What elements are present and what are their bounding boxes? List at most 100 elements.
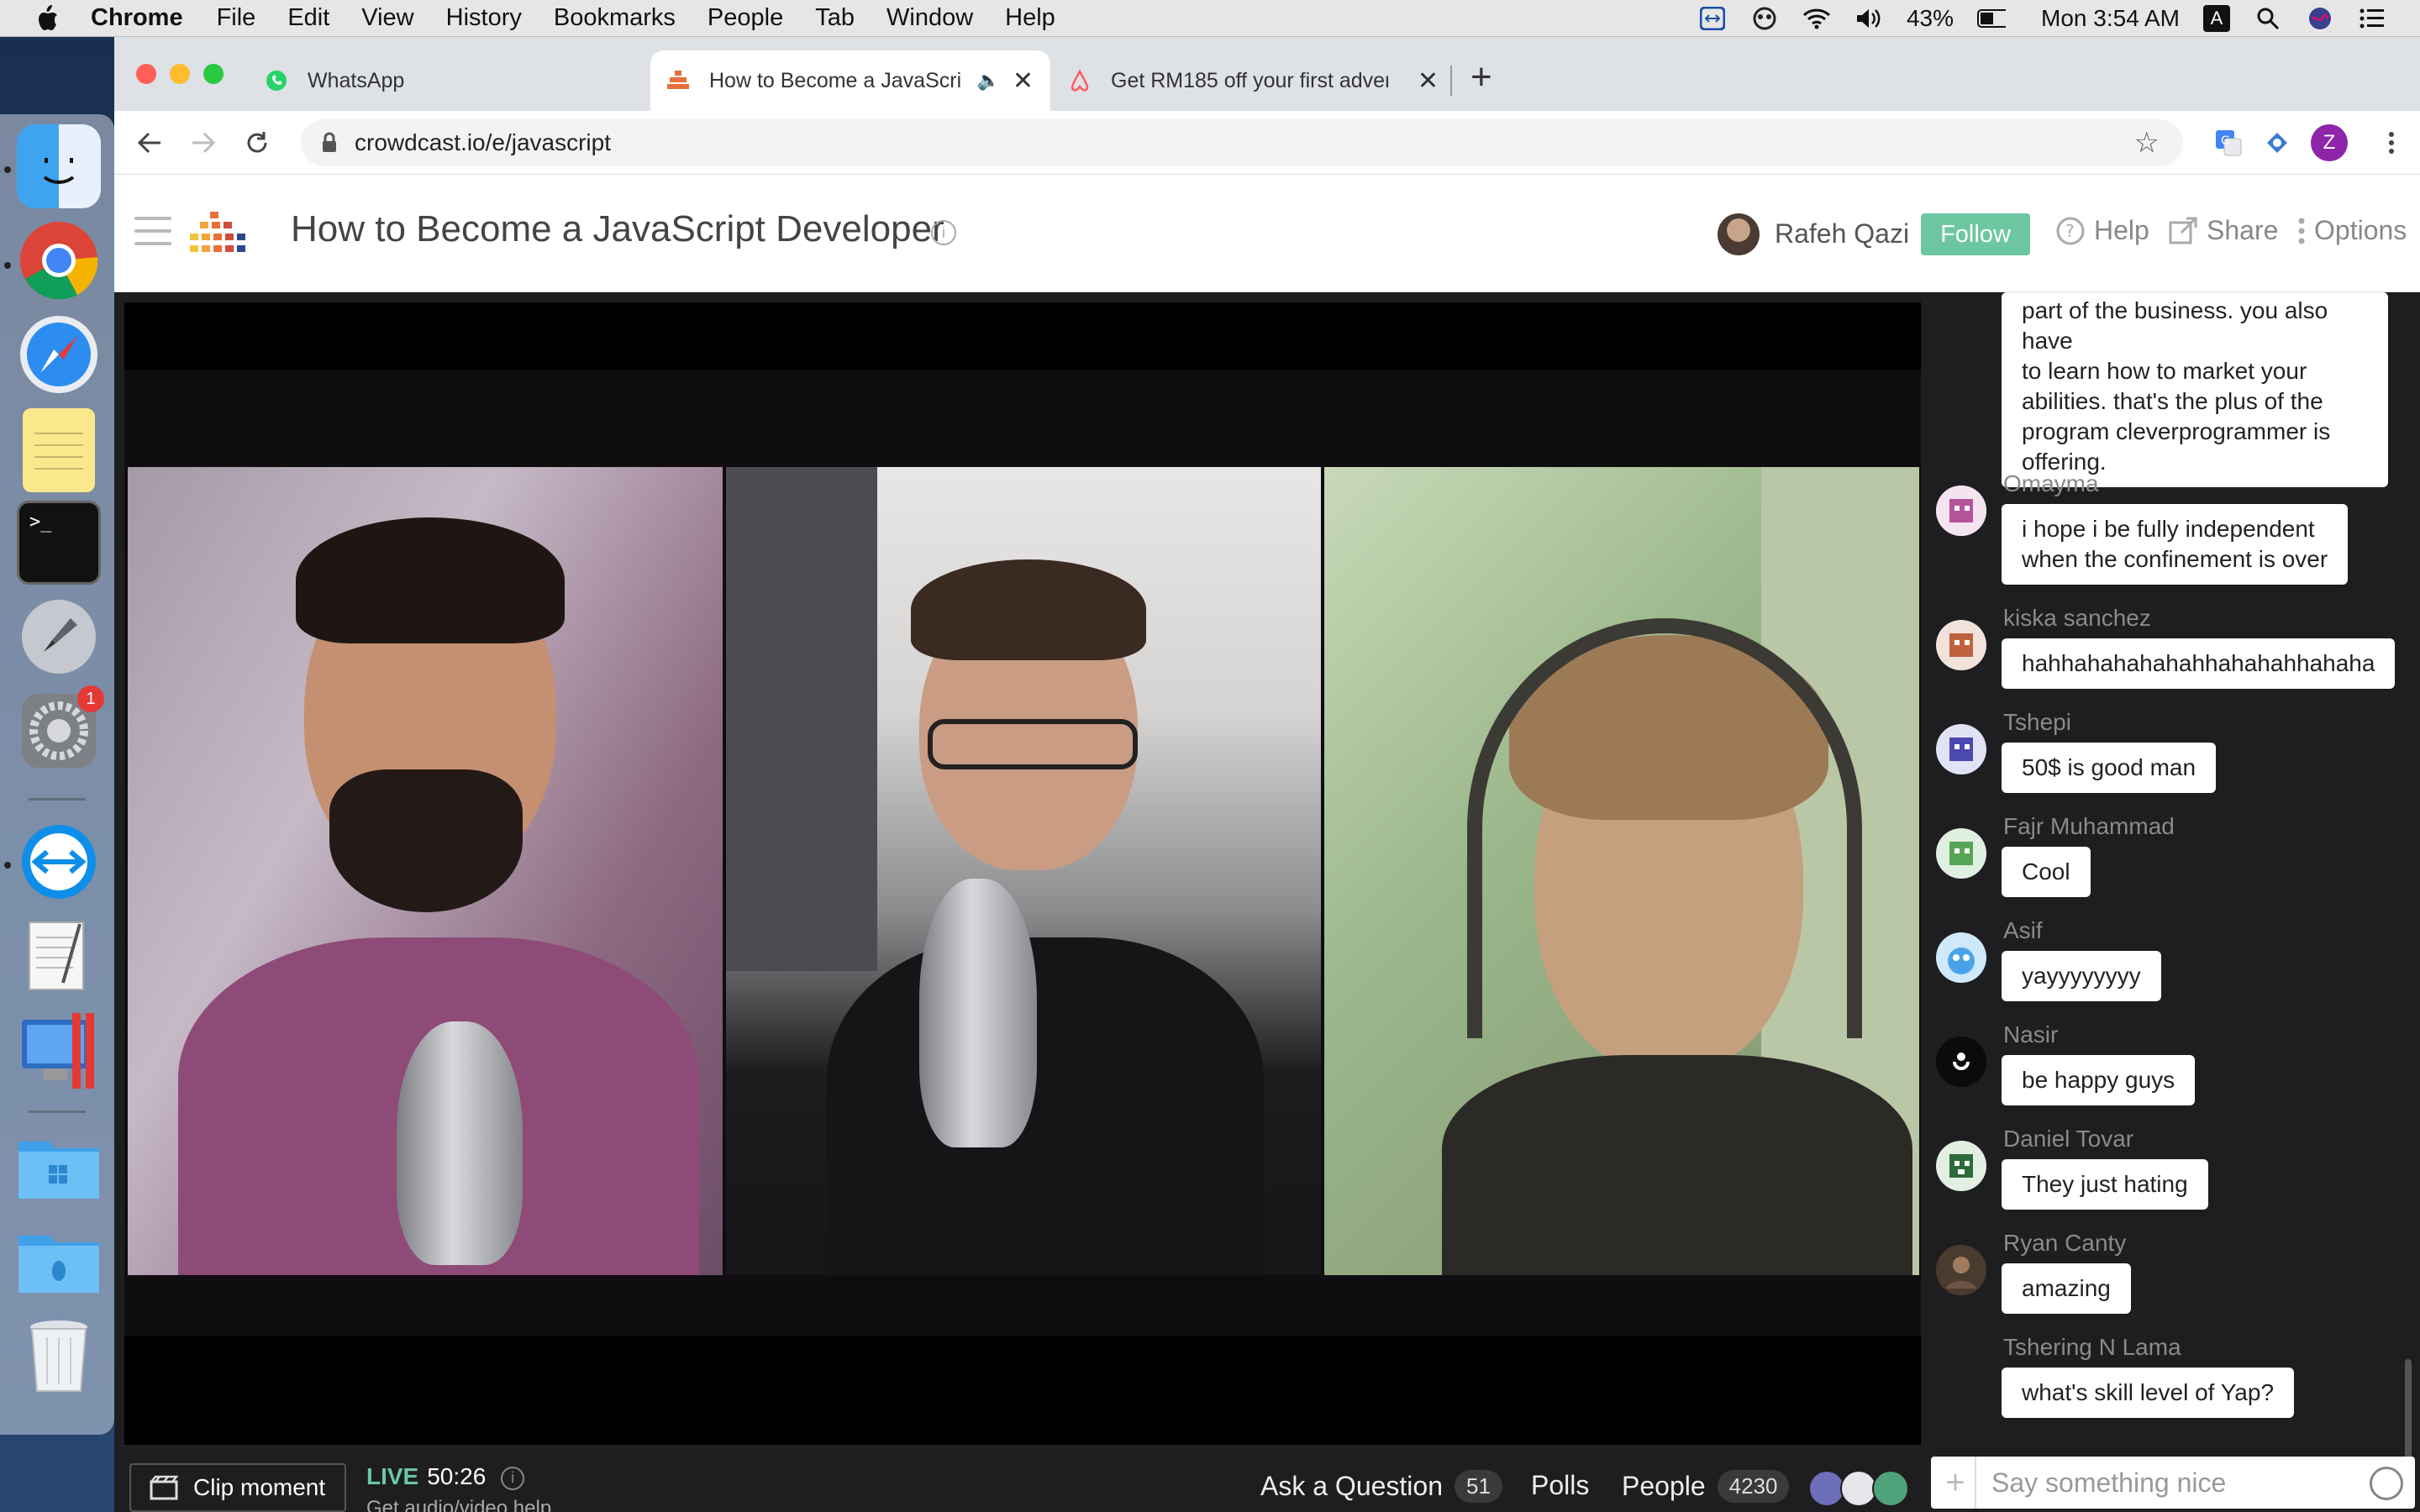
menu-edit[interactable]: Edit [287,4,329,32]
bookmark-star-icon[interactable]: ☆ [2134,126,2160,160]
chat-author[interactable]: kiska sanchez [2003,605,2151,632]
emoji-icon[interactable] [2370,1467,2403,1500]
chat-author[interactable]: Asif [2003,917,2043,944]
live-info-icon[interactable]: i [501,1466,525,1490]
forward-icon[interactable] [187,126,220,160]
chat-avatar[interactable] [1936,932,1986,983]
add-attachment-icon[interactable]: + [1936,1464,1975,1502]
menu-window[interactable]: Window [886,4,973,32]
chat-author[interactable]: Omayma [2003,470,2099,497]
linux-folder-icon[interactable] [17,1216,101,1300]
chat-avatar[interactable] [1936,620,1986,670]
spotlight-search-icon[interactable] [2254,6,2282,31]
tab-close-icon[interactable]: ✕ [1418,66,1439,96]
notification-center-icon[interactable] [2358,6,2386,31]
chat-author[interactable]: Ryan Canty [2003,1230,2126,1257]
chat-avatar[interactable] [1936,1245,1986,1295]
back-icon[interactable] [133,126,166,160]
trash-icon[interactable] [17,1314,101,1398]
teamviewer-status-icon[interactable] [1698,6,1727,31]
video-feed-guest-1[interactable] [726,467,1321,1275]
info-icon[interactable]: i [931,220,956,245]
launchpad-icon[interactable] [17,595,101,679]
chat-avatar[interactable] [1936,486,1986,536]
tab-crowdcast[interactable]: How to Become a JavaScript Developer 🔈 ✕ [650,50,1050,111]
new-tab-button[interactable]: + [1470,59,1492,96]
ask-question-button[interactable]: Ask a Question 51 [1260,1470,1502,1503]
siri-icon[interactable] [2306,6,2334,31]
chat-avatar[interactable] [1936,1037,1986,1087]
finder-icon[interactable] [17,124,101,208]
people-button[interactable]: People 4230 [1622,1470,1790,1503]
profile-avatar[interactable]: Z [2311,124,2348,161]
live-status: LIVE 50:26 i [366,1463,525,1490]
wifi-icon[interactable] [1802,6,1831,31]
chat-bubble: what's skill level of Yap? [2002,1368,2295,1418]
chat-bubble: They just hating [2002,1159,2208,1210]
window-minimize-button[interactable] [170,64,190,84]
windows-folder-icon[interactable] [17,1122,101,1206]
help-link[interactable]: ? Help [2055,215,2149,246]
browser-toolbar: crowdcast.io/e/javascript ☆ G Z [114,111,2420,175]
url-text[interactable]: crowdcast.io/e/javascript [355,129,611,156]
chat-message-input[interactable] [1991,1467,2328,1499]
av-help-link[interactable]: Get audio/video help [366,1497,551,1512]
chat-author[interactable]: Nasir [2003,1021,2058,1048]
reload-icon[interactable] [240,126,274,160]
terminal-icon[interactable]: >_ [17,501,101,585]
input-source-icon[interactable]: A [2203,5,2230,32]
chrome-menu-icon[interactable] [2375,126,2408,160]
share-link[interactable]: Share [2168,215,2278,246]
chat-author[interactable]: Fajr Muhammad [2003,813,2175,840]
chat-author[interactable]: Daniel Tovar [2003,1126,2133,1152]
chrome-icon[interactable] [17,218,101,302]
menu-view[interactable]: View [361,4,413,32]
notes-icon[interactable] [23,408,95,492]
crowdcast-logo[interactable] [188,208,255,259]
safari-icon[interactable] [17,312,101,396]
extension-icon[interactable] [2260,126,2294,160]
menu-bookmarks[interactable]: Bookmarks [554,4,676,32]
options-link[interactable]: Options [2297,215,2407,246]
video-feed-host[interactable] [128,467,723,1275]
chat-avatar[interactable] [1936,828,1986,879]
system-preferences-icon[interactable]: 1 [17,685,104,773]
chat-author[interactable]: Tshering N Lama [2003,1334,2181,1361]
volume-icon[interactable] [1854,6,1883,31]
parallels-icon[interactable] [17,1008,101,1092]
tab-audio-icon[interactable]: 🔈 [977,70,1000,92]
menu-history[interactable]: History [446,4,522,32]
menu-tab[interactable]: Tab [815,4,855,32]
teamviewer-icon[interactable] [17,820,101,904]
host-name[interactable]: Rafeh Qazi [1775,218,1909,249]
polls-label: Polls [1531,1470,1590,1500]
lock-icon[interactable] [321,131,339,155]
host-avatar[interactable] [1718,213,1760,255]
window-close-button[interactable] [136,64,156,84]
live-tag: LIVE [366,1463,419,1489]
battery-icon[interactable] [1977,6,2007,31]
tab-label: Get RM185 off your first adventure [1111,68,1388,92]
textedit-icon[interactable] [17,914,101,998]
tab-close-icon[interactable]: ✕ [1013,66,1034,96]
window-zoom-button[interactable] [203,64,224,84]
clip-moment-button[interactable]: Clip moment [129,1463,346,1512]
google-translate-icon[interactable]: G [2212,126,2245,160]
chat-avatar[interactable] [1936,1141,1986,1191]
apple-menu-icon[interactable] [32,3,62,34]
hamburger-menu-icon[interactable] [134,217,171,245]
chat-avatar[interactable] [1936,724,1986,774]
menu-app-name[interactable]: Chrome [91,4,183,32]
address-bar[interactable]: crowdcast.io/e/javascript ☆ [301,119,2183,166]
video-feed-guest-2[interactable] [1324,467,1919,1275]
alien-status-icon[interactable] [1750,6,1779,31]
menu-file[interactable]: File [217,4,256,32]
polls-button[interactable]: Polls [1531,1470,1589,1501]
menu-people[interactable]: People [708,4,783,32]
menubar-clock[interactable]: Mon 3:54 AM [2041,5,2180,32]
chat-author[interactable]: Tshepi [2003,709,2071,736]
menu-help[interactable]: Help [1005,4,1055,32]
tab-airbnb[interactable]: Get RM185 off your first adventure ✕ [1052,50,1455,111]
follow-button[interactable]: Follow [1921,213,2030,255]
viewer-avatar[interactable] [1872,1470,1909,1507]
